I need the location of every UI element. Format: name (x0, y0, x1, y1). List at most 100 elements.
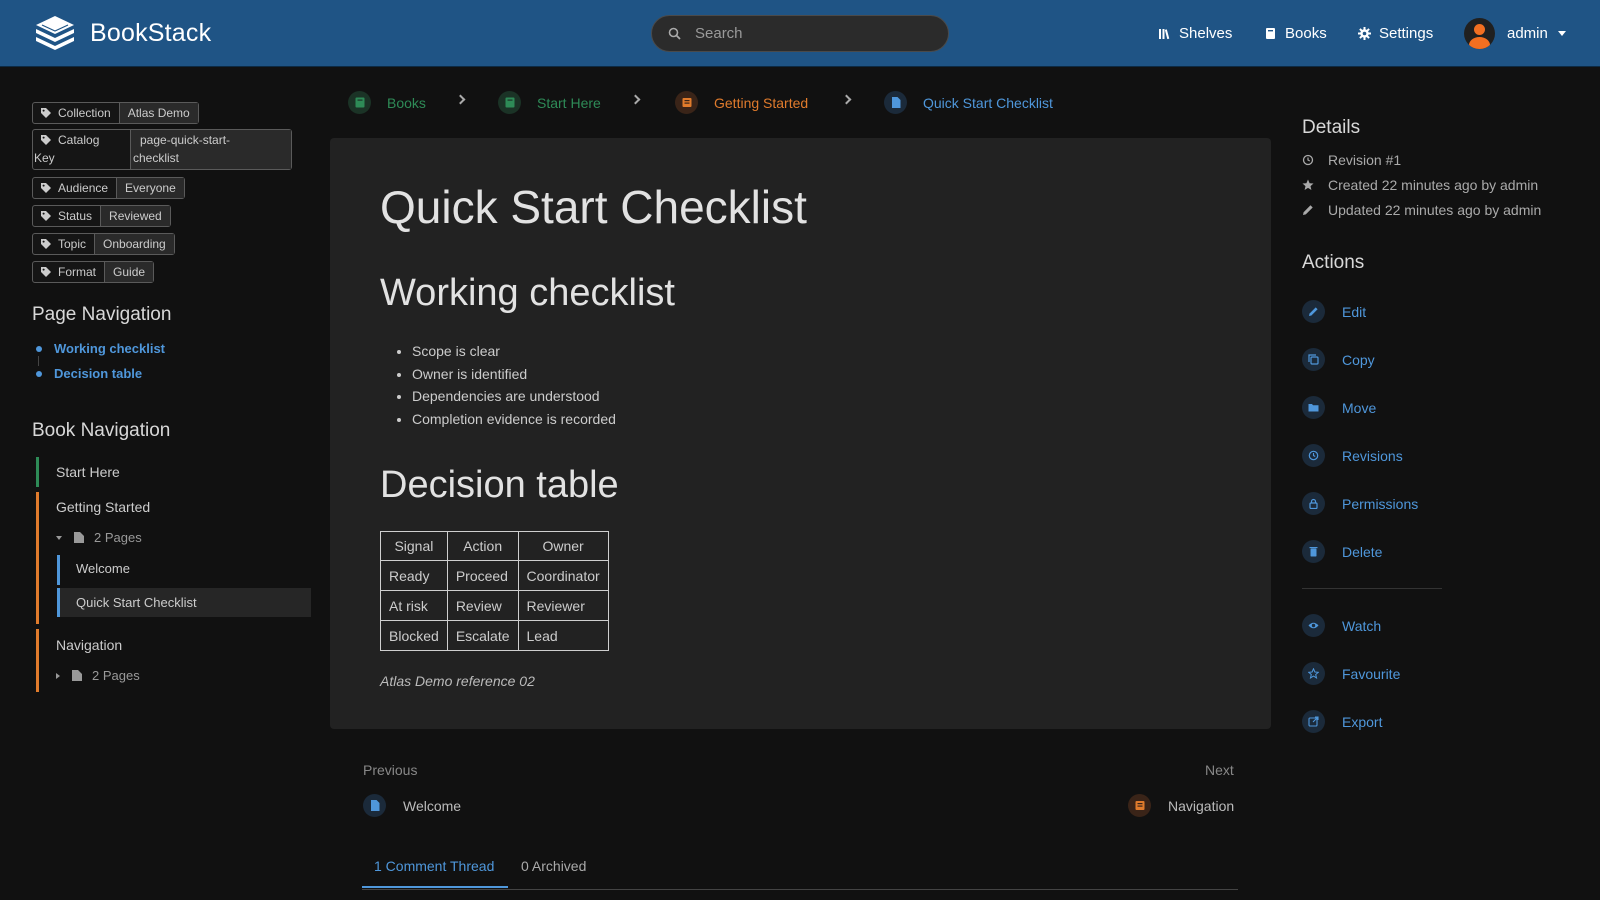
tag-icon (41, 267, 51, 277)
tab-comment-threads[interactable]: 1 Comment Thread (374, 858, 494, 874)
tag-value: Onboarding (94, 234, 174, 254)
nav-dot (36, 346, 42, 352)
breadcrumb-getting-started[interactable]: Getting Started (675, 91, 808, 114)
table-cell: Escalate (446, 620, 519, 651)
chevron-right-icon (455, 94, 466, 105)
book-nav-navigation[interactable]: Navigation (56, 637, 122, 653)
tag-collection[interactable]: Collection Atlas Demo (32, 102, 199, 124)
page-bar (57, 588, 60, 617)
search-input[interactable]: Search (651, 15, 949, 52)
move-label: Move (1342, 399, 1377, 416)
move-button[interactable]: Move (1302, 396, 1376, 419)
detail-revision-label: Revision #1 (1328, 152, 1402, 168)
nav-shelves[interactable]: Shelves (1158, 0, 1232, 67)
tag-icon (41, 239, 51, 249)
breadcrumb-books[interactable]: Books (348, 91, 426, 114)
permissions-button[interactable]: Permissions (1302, 492, 1418, 515)
next-label: Next (1205, 762, 1234, 778)
breadcrumb-quick-start-checklist[interactable]: Quick Start Checklist (884, 91, 1053, 114)
tag-value-line2: checklist (133, 151, 180, 165)
app-name: BookStack (90, 18, 212, 47)
page-nav-working-checklist[interactable]: Working checklist (54, 341, 165, 356)
book-nav-welcome[interactable]: Welcome (76, 561, 130, 576)
table-header: Owner (517, 531, 609, 561)
export-button[interactable]: Export (1302, 710, 1382, 733)
detail-updated: Updated 22 minutes ago by admin (1302, 202, 1541, 218)
chevron-right-icon (630, 94, 641, 105)
table-row: Ready Proceed Coordinator (380, 560, 609, 591)
edit-button[interactable]: Edit (1302, 300, 1366, 323)
page-bar (57, 555, 60, 585)
table-row: At risk Review Reviewer (380, 590, 609, 621)
edit-label: Edit (1342, 303, 1367, 320)
table-cell: Coordinator (517, 560, 609, 591)
actions-divider (1302, 588, 1442, 589)
copy-button[interactable]: Copy (1302, 348, 1375, 371)
tag-icon (41, 211, 51, 221)
breadcrumb-label: Quick Start Checklist (923, 94, 1053, 111)
export-icon (1308, 716, 1319, 727)
tag-name: Format (58, 265, 97, 279)
breadcrumb-start-here[interactable]: Start Here (498, 91, 601, 114)
gear-icon (1358, 27, 1371, 40)
chevron-right-icon (56, 672, 60, 679)
star-outline-icon (1308, 668, 1319, 679)
tag-value-line1: page-quick-start- (140, 133, 231, 147)
tag-name-line1: Catalog (58, 133, 100, 147)
book-icon (505, 97, 514, 108)
table-cell: Lead (517, 620, 609, 651)
favourite-label: Favourite (1342, 665, 1401, 682)
tag-icon (41, 183, 51, 193)
next-page-link[interactable]: Navigation (1128, 794, 1234, 817)
folder-icon (1308, 404, 1319, 412)
app-logo[interactable]: BookStack (34, 14, 211, 52)
book-nav-pages-toggle[interactable]: 2 Pages (56, 668, 140, 683)
tag-status[interactable]: Status Reviewed (32, 205, 171, 227)
tab-archived[interactable]: 0 Archived (521, 858, 586, 874)
pencil-icon (1309, 307, 1318, 316)
detail-revision[interactable]: Revision #1 (1302, 152, 1401, 168)
details-title: Details (1302, 117, 1361, 138)
revisions-button[interactable]: Revisions (1302, 444, 1403, 467)
breadcrumb-label: Start Here (537, 94, 601, 111)
table-cell: Review (446, 590, 519, 621)
pencil-icon (1303, 205, 1313, 215)
chevron-right-icon (841, 94, 852, 105)
book-nav-quick-start-checklist[interactable]: Quick Start Checklist (76, 595, 197, 610)
delete-button[interactable]: Delete (1302, 540, 1382, 563)
page-icon (74, 532, 84, 543)
page-nav-decision-table[interactable]: Decision table (54, 366, 142, 381)
tag-catalog-key[interactable]: Catalog Key page-quick-start- checklist (32, 129, 292, 170)
tag-name: Audience (58, 181, 109, 195)
favourite-button[interactable]: Favourite (1302, 662, 1400, 685)
book-nav-pages-toggle[interactable]: 2 Pages (56, 530, 142, 545)
page-icon (370, 800, 379, 811)
book-icon (1266, 28, 1275, 39)
copy-icon (1308, 354, 1319, 365)
nav-settings[interactable]: Settings (1358, 0, 1433, 67)
search-icon (668, 27, 681, 40)
list-item: Dependencies are understood (412, 385, 616, 408)
book-nav-getting-started[interactable]: Getting Started (56, 499, 150, 515)
nav-dot (36, 371, 42, 377)
search-placeholder: Search (695, 25, 743, 42)
nav-books[interactable]: Books (1264, 0, 1327, 67)
user-menu[interactable]: admin (1464, 0, 1566, 67)
table-header: Action (446, 531, 519, 561)
table-cell: Reviewer (517, 590, 609, 621)
shelves-icon (1159, 29, 1170, 40)
tag-value: Guide (104, 262, 154, 282)
tag-audience[interactable]: Audience Everyone (32, 177, 185, 199)
watch-button[interactable]: Watch (1302, 614, 1381, 637)
tag-topic[interactable]: Topic Onboarding (32, 233, 175, 255)
previous-page-link[interactable]: Welcome (363, 794, 461, 817)
tag-name: Topic (58, 237, 87, 251)
tag-format[interactable]: Format Guide (32, 261, 155, 283)
page-navigation-title: Page Navigation (32, 304, 172, 325)
list-item: Owner is identified (412, 363, 616, 386)
bookstack-logo-icon (36, 16, 74, 50)
book-nav-start-here[interactable]: Start Here (56, 464, 120, 480)
page-icon (891, 97, 900, 108)
table-cell: At risk (380, 590, 448, 621)
table-row: Blocked Escalate Lead (380, 620, 609, 651)
